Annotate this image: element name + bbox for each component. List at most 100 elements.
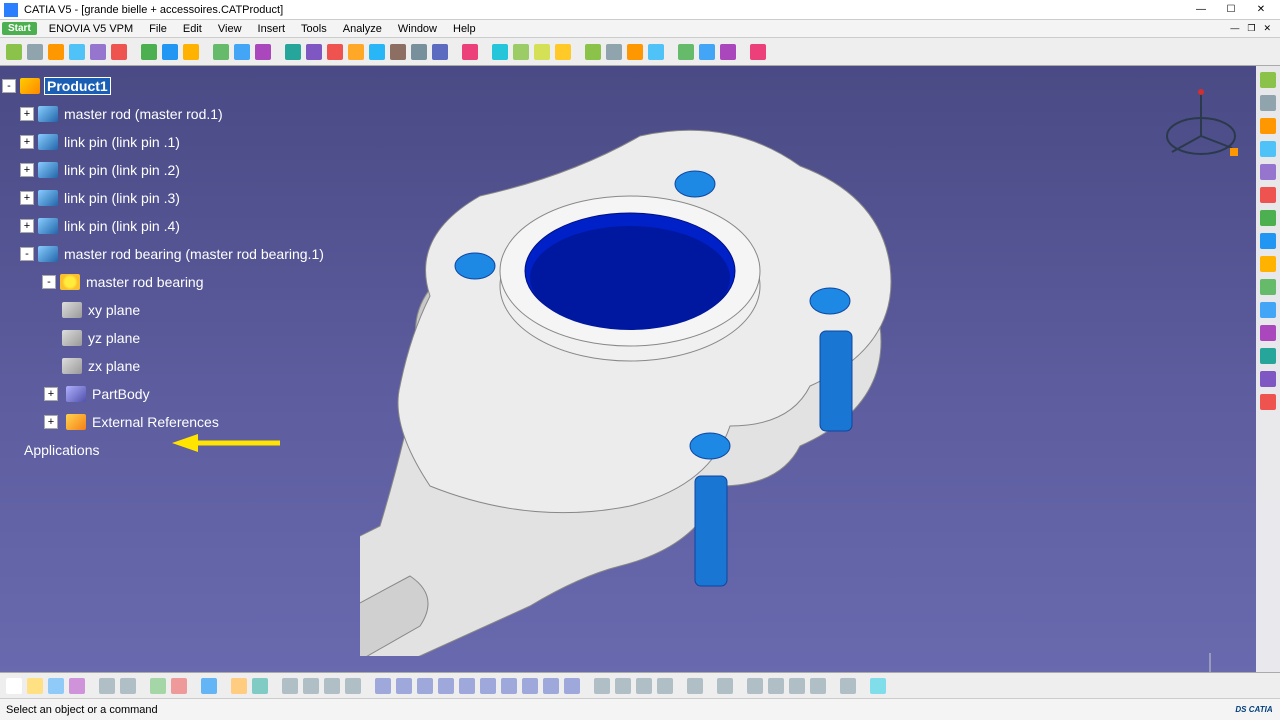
toolbar-button[interactable] — [541, 676, 561, 696]
tree-item-master-rod-bearing[interactable]: - master rod bearing (master rod bearing… — [2, 240, 362, 268]
menu-help[interactable]: Help — [445, 23, 484, 35]
toolbar-button[interactable] — [457, 676, 477, 696]
toolbar-button[interactable] — [1258, 369, 1278, 389]
toolbar-button[interactable] — [253, 42, 273, 62]
toolbar-button[interactable] — [745, 676, 765, 696]
toolbar-button[interactable] — [604, 42, 624, 62]
toolbar-button[interactable] — [655, 676, 675, 696]
toolbar-button[interactable] — [1258, 93, 1278, 113]
viewport[interactable]: - Product1 + master rod (master rod.1) +… — [0, 66, 1280, 698]
toolbar-button[interactable] — [436, 676, 456, 696]
toolbar-button[interactable] — [1258, 116, 1278, 136]
toolbar-button[interactable] — [67, 676, 87, 696]
toolbar-button[interactable] — [715, 676, 735, 696]
expander-icon[interactable]: - — [42, 275, 56, 289]
toolbar-button[interactable] — [229, 676, 249, 696]
toolbar-button[interactable] — [388, 42, 408, 62]
toolbar-button[interactable] — [199, 676, 219, 696]
toolbar-button[interactable] — [1258, 139, 1278, 159]
toolbar-button[interactable] — [409, 42, 429, 62]
toolbar-button[interactable] — [583, 42, 603, 62]
menu-window[interactable]: Window — [390, 23, 445, 35]
toolbar-button[interactable] — [697, 42, 717, 62]
toolbar-button[interactable] — [367, 42, 387, 62]
toolbar-button[interactable] — [325, 42, 345, 62]
toolbar-button[interactable] — [478, 676, 498, 696]
toolbar-button[interactable] — [1258, 300, 1278, 320]
toolbar-button[interactable] — [160, 42, 180, 62]
close-button[interactable]: ✕ — [1246, 1, 1276, 19]
part-geometry[interactable] — [360, 106, 920, 656]
toolbar-button[interactable] — [148, 676, 168, 696]
tree-item-link-pin-2[interactable]: + link pin (link pin .2) — [2, 156, 362, 184]
toolbar-button[interactable] — [460, 42, 480, 62]
toolbar-button[interactable] — [304, 42, 324, 62]
toolbar-button[interactable] — [748, 42, 768, 62]
toolbar-button[interactable] — [808, 676, 828, 696]
toolbar-button[interactable] — [1258, 346, 1278, 366]
toolbar-button[interactable] — [1258, 277, 1278, 297]
tree-item-link-pin-3[interactable]: + link pin (link pin .3) — [2, 184, 362, 212]
toolbar-button[interactable] — [169, 676, 189, 696]
menu-view[interactable]: View — [210, 23, 250, 35]
expander-icon[interactable]: + — [20, 107, 34, 121]
toolbar-button[interactable] — [25, 42, 45, 62]
toolbar-button[interactable] — [553, 42, 573, 62]
tree-item-link-pin-1[interactable]: + link pin (link pin .1) — [2, 128, 362, 156]
tree-item-zx-plane[interactable]: zx plane — [2, 352, 362, 380]
tree-item-partbody[interactable]: + PartBody — [2, 380, 362, 408]
toolbar-button[interactable] — [838, 676, 858, 696]
expander-icon[interactable]: + — [20, 219, 34, 233]
toolbar-button[interactable] — [868, 676, 888, 696]
toolbar-button[interactable] — [676, 42, 696, 62]
expander-icon[interactable]: + — [44, 415, 58, 429]
toolbar-button[interactable] — [511, 42, 531, 62]
expander-icon[interactable]: + — [44, 387, 58, 401]
toolbar-button[interactable] — [613, 676, 633, 696]
doc-close-button[interactable]: ✕ — [1260, 23, 1274, 34]
maximize-button[interactable]: ☐ — [1216, 1, 1246, 19]
toolbar-button[interactable] — [430, 42, 450, 62]
tree-item-yz-plane[interactable]: yz plane — [2, 324, 362, 352]
toolbar-button[interactable] — [646, 42, 666, 62]
tree-item-xy-plane[interactable]: xy plane — [2, 296, 362, 324]
toolbar-button[interactable] — [1258, 254, 1278, 274]
toolbar-button[interactable] — [46, 42, 66, 62]
menu-analyze[interactable]: Analyze — [335, 23, 390, 35]
toolbar-button[interactable] — [592, 676, 612, 696]
toolbar-button[interactable] — [88, 42, 108, 62]
menu-insert[interactable]: Insert — [250, 23, 294, 35]
toolbar-button[interactable] — [4, 42, 24, 62]
toolbar-button[interactable] — [532, 42, 552, 62]
menu-edit[interactable]: Edit — [175, 23, 210, 35]
tree-item-link-pin-4[interactable]: + link pin (link pin .4) — [2, 212, 362, 240]
toolbar-button[interactable] — [283, 42, 303, 62]
toolbar-button[interactable] — [685, 676, 705, 696]
toolbar-button[interactable] — [490, 42, 510, 62]
toolbar-button[interactable] — [625, 42, 645, 62]
toolbar-button[interactable] — [718, 42, 738, 62]
toolbar-button[interactable] — [343, 676, 363, 696]
toolbar-button[interactable] — [4, 676, 24, 696]
toolbar-button[interactable] — [394, 676, 414, 696]
start-menu[interactable]: Start — [2, 22, 37, 35]
toolbar-button[interactable] — [139, 42, 159, 62]
toolbar-button[interactable] — [1258, 70, 1278, 90]
expander-icon[interactable]: - — [20, 247, 34, 261]
toolbar-button[interactable] — [46, 676, 66, 696]
menu-file[interactable]: File — [141, 23, 175, 35]
toolbar-button[interactable] — [520, 676, 540, 696]
toolbar-button[interactable] — [499, 676, 519, 696]
tree-item-applications[interactable]: Applications — [2, 436, 362, 464]
doc-minimize-button[interactable]: — — [1227, 23, 1242, 34]
specification-tree[interactable]: - Product1 + master rod (master rod.1) +… — [2, 72, 362, 464]
menu-tools[interactable]: Tools — [293, 23, 335, 35]
toolbar-button[interactable] — [1258, 208, 1278, 228]
toolbar-button[interactable] — [562, 676, 582, 696]
toolbar-button[interactable] — [181, 42, 201, 62]
doc-restore-button[interactable]: ❐ — [1244, 23, 1258, 34]
expander-icon[interactable]: + — [20, 191, 34, 205]
toolbar-button[interactable] — [415, 676, 435, 696]
toolbar-button[interactable] — [1258, 162, 1278, 182]
toolbar-button[interactable] — [322, 676, 342, 696]
